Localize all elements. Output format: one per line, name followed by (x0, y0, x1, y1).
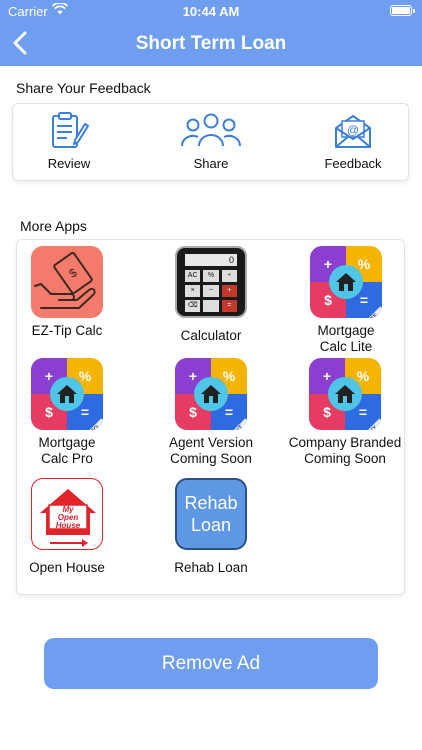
app-calculator[interactable]: 0 AC % ÷ × − + ⌫ = Calculator (146, 246, 276, 344)
mortgage-calculator-icon: +%$=LITE (310, 246, 382, 318)
status-bar: Carrier 10:44 AM (0, 0, 422, 22)
mortgage-calculator-icon: +%$=PRO (31, 358, 103, 430)
house-icon (328, 377, 362, 411)
house-icon (329, 265, 363, 299)
share-button[interactable]: Share (161, 112, 261, 171)
ez-tip-calc-icon: $ (31, 246, 103, 318)
app-ez-tip-calc[interactable]: $ EZ-Tip Calc (2, 246, 132, 339)
app-label: Mortgage Calc Lite (317, 323, 375, 354)
battery-icon (390, 5, 415, 16)
share-label: Share (193, 156, 229, 171)
clock: 10:44 AM (182, 4, 240, 19)
clipboard-pencil-icon (52, 112, 89, 148)
email-envelope-icon: @ (335, 115, 371, 148)
remove-ad-button[interactable]: Remove Ad (44, 638, 378, 689)
app-label: Company Branded Coming Soon (288, 435, 402, 466)
open-house-label: Open House (29, 560, 105, 575)
people-group-icon (180, 113, 242, 147)
feedback-button[interactable]: @ Feedback (303, 112, 403, 171)
app-label: Mortgage Calc Pro (38, 435, 96, 466)
more-apps-section-title: More Apps (20, 218, 87, 234)
calculator-icon: 0 AC % ÷ × − + ⌫ = (175, 246, 247, 318)
house-icon (50, 377, 84, 411)
app-open-house[interactable]: My Open House Open House (2, 478, 132, 576)
nav-header: Carrier 10:44 AM Short Term Loan (0, 0, 422, 66)
open-house-icon: My Open House (31, 478, 103, 550)
calculator-display: 0 (185, 254, 237, 266)
review-button[interactable]: Review (19, 112, 119, 171)
app-mortgage-calc-lite[interactable]: +%$=LITE MortgageCalc Lite (281, 246, 411, 355)
rehab-loan-label: Rehab Loan (174, 560, 248, 575)
ez-tip-calc-label: EZ-Tip Calc (31, 323, 103, 338)
feedback-section-title: Share Your Feedback (16, 80, 151, 96)
feedback-card: Review Share @ Feedback (12, 103, 409, 181)
mortgage-calculator-icon: +%$=AGENT (175, 358, 247, 430)
svg-text:House: House (56, 521, 81, 530)
app-label: Agent Version Coming Soon (168, 435, 254, 466)
rehab-loan-icon: Rehab Loan (175, 478, 247, 550)
review-label: Review (47, 156, 91, 171)
calculator-label: Calculator (180, 328, 242, 343)
feedback-label: Feedback (324, 156, 382, 171)
mortgage-calculator-icon: +%$=COMPANY (309, 358, 381, 430)
app-agent-version[interactable]: +%$=AGENT Agent VersionComing Soon (146, 358, 276, 467)
app-mortgage-calc-pro[interactable]: +%$=PRO MortgageCalc Pro (2, 358, 132, 467)
app-rehab-loan[interactable]: Rehab Loan Rehab Loan (146, 478, 276, 576)
page-title: Short Term Loan (135, 33, 287, 54)
svg-text:@: @ (347, 123, 359, 137)
app-company-branded[interactable]: +%$=COMPANY Company BrandedComing Soon (275, 358, 415, 467)
house-icon (194, 377, 228, 411)
svg-text:$: $ (66, 265, 80, 280)
